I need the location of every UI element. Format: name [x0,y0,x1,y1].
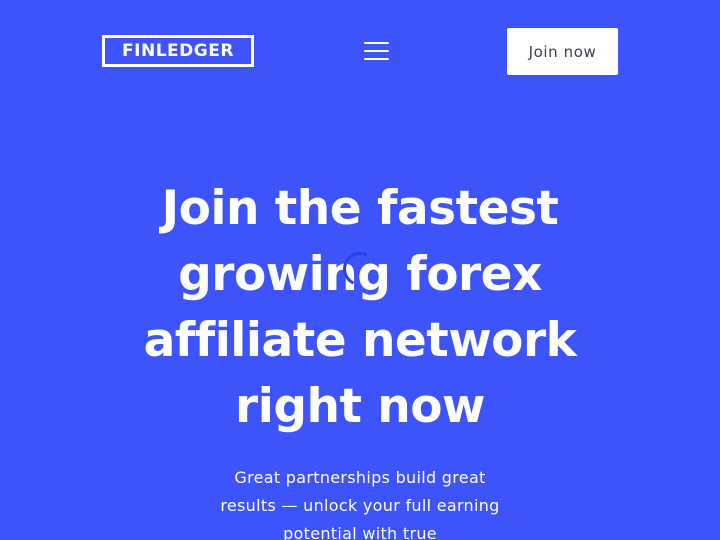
hero-title: Join the fastest growing forex affiliate… [143,181,577,434]
site-header: FINLEDGER Join now [0,0,720,100]
hamburger-menu-icon[interactable] [364,40,390,62]
landing-page: FINLEDGER Join now Join the fastest grow… [0,0,720,540]
menu-line-middle [364,50,389,52]
join-now-button[interactable]: Join now [507,28,618,75]
menu-line-top [364,42,389,44]
hero-subtitle: Great partnerships build great results —… [220,468,500,540]
menu-line-bottom [364,58,389,60]
finledger-logo[interactable]: FINLEDGER [102,35,254,67]
